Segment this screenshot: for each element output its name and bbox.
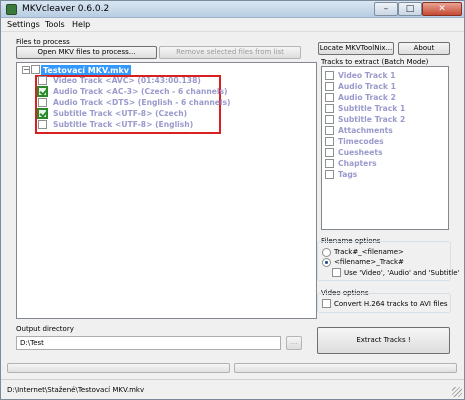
batch-checkbox[interactable] xyxy=(325,170,334,179)
collapse-icon[interactable]: − xyxy=(22,66,30,74)
progress-bar-total xyxy=(234,363,457,373)
menu-bar: Settings Tools Help xyxy=(1,18,464,32)
output-dir-label: Output directory xyxy=(16,325,74,333)
app-icon xyxy=(6,4,17,15)
track-label: Audio Track <DTS> (English - 6 channels) xyxy=(53,98,231,107)
track-label: Subtitle Track <UTF-8> (Czech) xyxy=(53,109,188,118)
use-names-label[interactable]: Use 'Video', 'Audio' and 'Subtitle' xyxy=(344,269,459,277)
menu-help[interactable]: Help xyxy=(72,20,90,29)
remove-files-button[interactable]: Remove selected files from list xyxy=(159,46,301,59)
batch-checkbox[interactable] xyxy=(325,82,334,91)
tree-track-audio-2[interactable]: Audio Track <DTS> (English - 6 channels) xyxy=(38,97,231,108)
batch-checkbox[interactable] xyxy=(325,126,334,135)
track-checkbox[interactable] xyxy=(37,86,48,97)
menu-tools[interactable]: Tools xyxy=(45,20,65,29)
batch-item-label: Attachments xyxy=(338,126,393,135)
status-bar: D:\Internet\Stažené\Testovací MKV.mkv xyxy=(1,379,464,399)
title-bar[interactable]: MKVcleaver 0.6.0.2 – □ ✕ xyxy=(1,1,464,18)
output-dir-input[interactable]: D:\Test xyxy=(16,336,281,350)
file-tree[interactable]: − Testovací MKV.mkv Video Track <AVC> (0… xyxy=(16,62,317,319)
batch-track-list[interactable]: Video Track 1 Audio Track 1 Audio Track … xyxy=(321,66,449,230)
radio-filename-first[interactable] xyxy=(322,258,331,267)
open-files-button[interactable]: Open MKV files to process... xyxy=(16,46,157,59)
batch-item-label: Subtitle Track 2 xyxy=(338,115,406,124)
batch-item-label: Cuesheets xyxy=(338,148,383,157)
extract-tracks-button[interactable]: Extract Tracks ! xyxy=(317,327,450,354)
files-group-label: Files to process xyxy=(16,38,70,46)
convert-h264-checkbox[interactable] xyxy=(322,299,331,308)
tree-track-video[interactable]: Video Track <AVC> (01:43:00.138) xyxy=(38,75,218,86)
radio-filename-first-label[interactable]: <filename>_Track# xyxy=(334,258,404,266)
batch-item-label: Video Track 1 xyxy=(338,71,396,80)
status-text: D:\Internet\Stažené\Testovací MKV.mkv xyxy=(7,386,145,394)
track-checkbox[interactable] xyxy=(38,76,47,85)
track-checkbox[interactable] xyxy=(38,120,47,129)
batch-checkbox[interactable] xyxy=(325,93,334,102)
minimize-button[interactable]: – xyxy=(374,2,398,16)
batch-item-label: Tags xyxy=(338,170,358,179)
batch-checkbox[interactable] xyxy=(325,159,334,168)
convert-h264-label[interactable]: Convert H.264 tracks to AVI files xyxy=(334,300,448,308)
batch-checkbox[interactable] xyxy=(325,104,334,113)
batch-checkbox[interactable] xyxy=(325,137,334,146)
radio-track-first[interactable] xyxy=(322,248,331,257)
browse-button[interactable]: ... xyxy=(286,336,302,350)
batch-item-label: Chapters xyxy=(338,159,377,168)
track-label: Video Track <AVC> (01:43:00.138) xyxy=(53,76,201,85)
batch-checkbox[interactable] xyxy=(325,115,334,124)
menu-settings[interactable]: Settings xyxy=(7,20,40,29)
use-names-checkbox[interactable] xyxy=(332,268,341,277)
track-checkbox[interactable] xyxy=(37,108,48,119)
about-button[interactable]: About xyxy=(398,42,450,55)
resize-grip-icon[interactable] xyxy=(452,387,462,397)
track-checkbox[interactable] xyxy=(38,98,47,107)
batch-group-label: Tracks to extract (Batch Mode) xyxy=(321,58,429,66)
batch-item-label: Audio Track 2 xyxy=(338,93,396,102)
progress-bar-file xyxy=(7,363,230,373)
window-title: MKVcleaver 0.6.0.2 xyxy=(22,4,110,14)
main-window: MKVcleaver 0.6.0.2 – □ ✕ Settings Tools … xyxy=(0,0,465,400)
track-label: Audio Track <AC-3> (Czech - 6 channels) xyxy=(53,87,228,96)
locate-mkvtoolnix-button[interactable]: Locate MKVToolNix... xyxy=(318,42,394,55)
batch-checkbox[interactable] xyxy=(325,148,334,157)
maximize-button[interactable]: □ xyxy=(398,2,422,16)
root-checkbox[interactable] xyxy=(31,65,40,74)
batch-item-label: Subtitle Track 1 xyxy=(338,104,406,113)
tree-track-subtitle-2[interactable]: Subtitle Track <UTF-8> (English) xyxy=(38,119,218,130)
batch-item-label: Audio Track 1 xyxy=(338,82,396,91)
track-label: Subtitle Track <UTF-8> (English) xyxy=(53,120,194,129)
batch-item-label: Timecodes xyxy=(338,137,384,146)
tree-track-subtitle-1[interactable]: Subtitle Track <UTF-8> (Czech) xyxy=(37,108,218,119)
radio-track-first-label[interactable]: Track#_<filename> xyxy=(334,248,404,256)
tree-track-audio-1[interactable]: Audio Track <AC-3> (Czech - 6 channels) xyxy=(37,86,228,97)
close-button[interactable]: ✕ xyxy=(422,2,462,16)
batch-checkbox[interactable] xyxy=(325,71,334,80)
